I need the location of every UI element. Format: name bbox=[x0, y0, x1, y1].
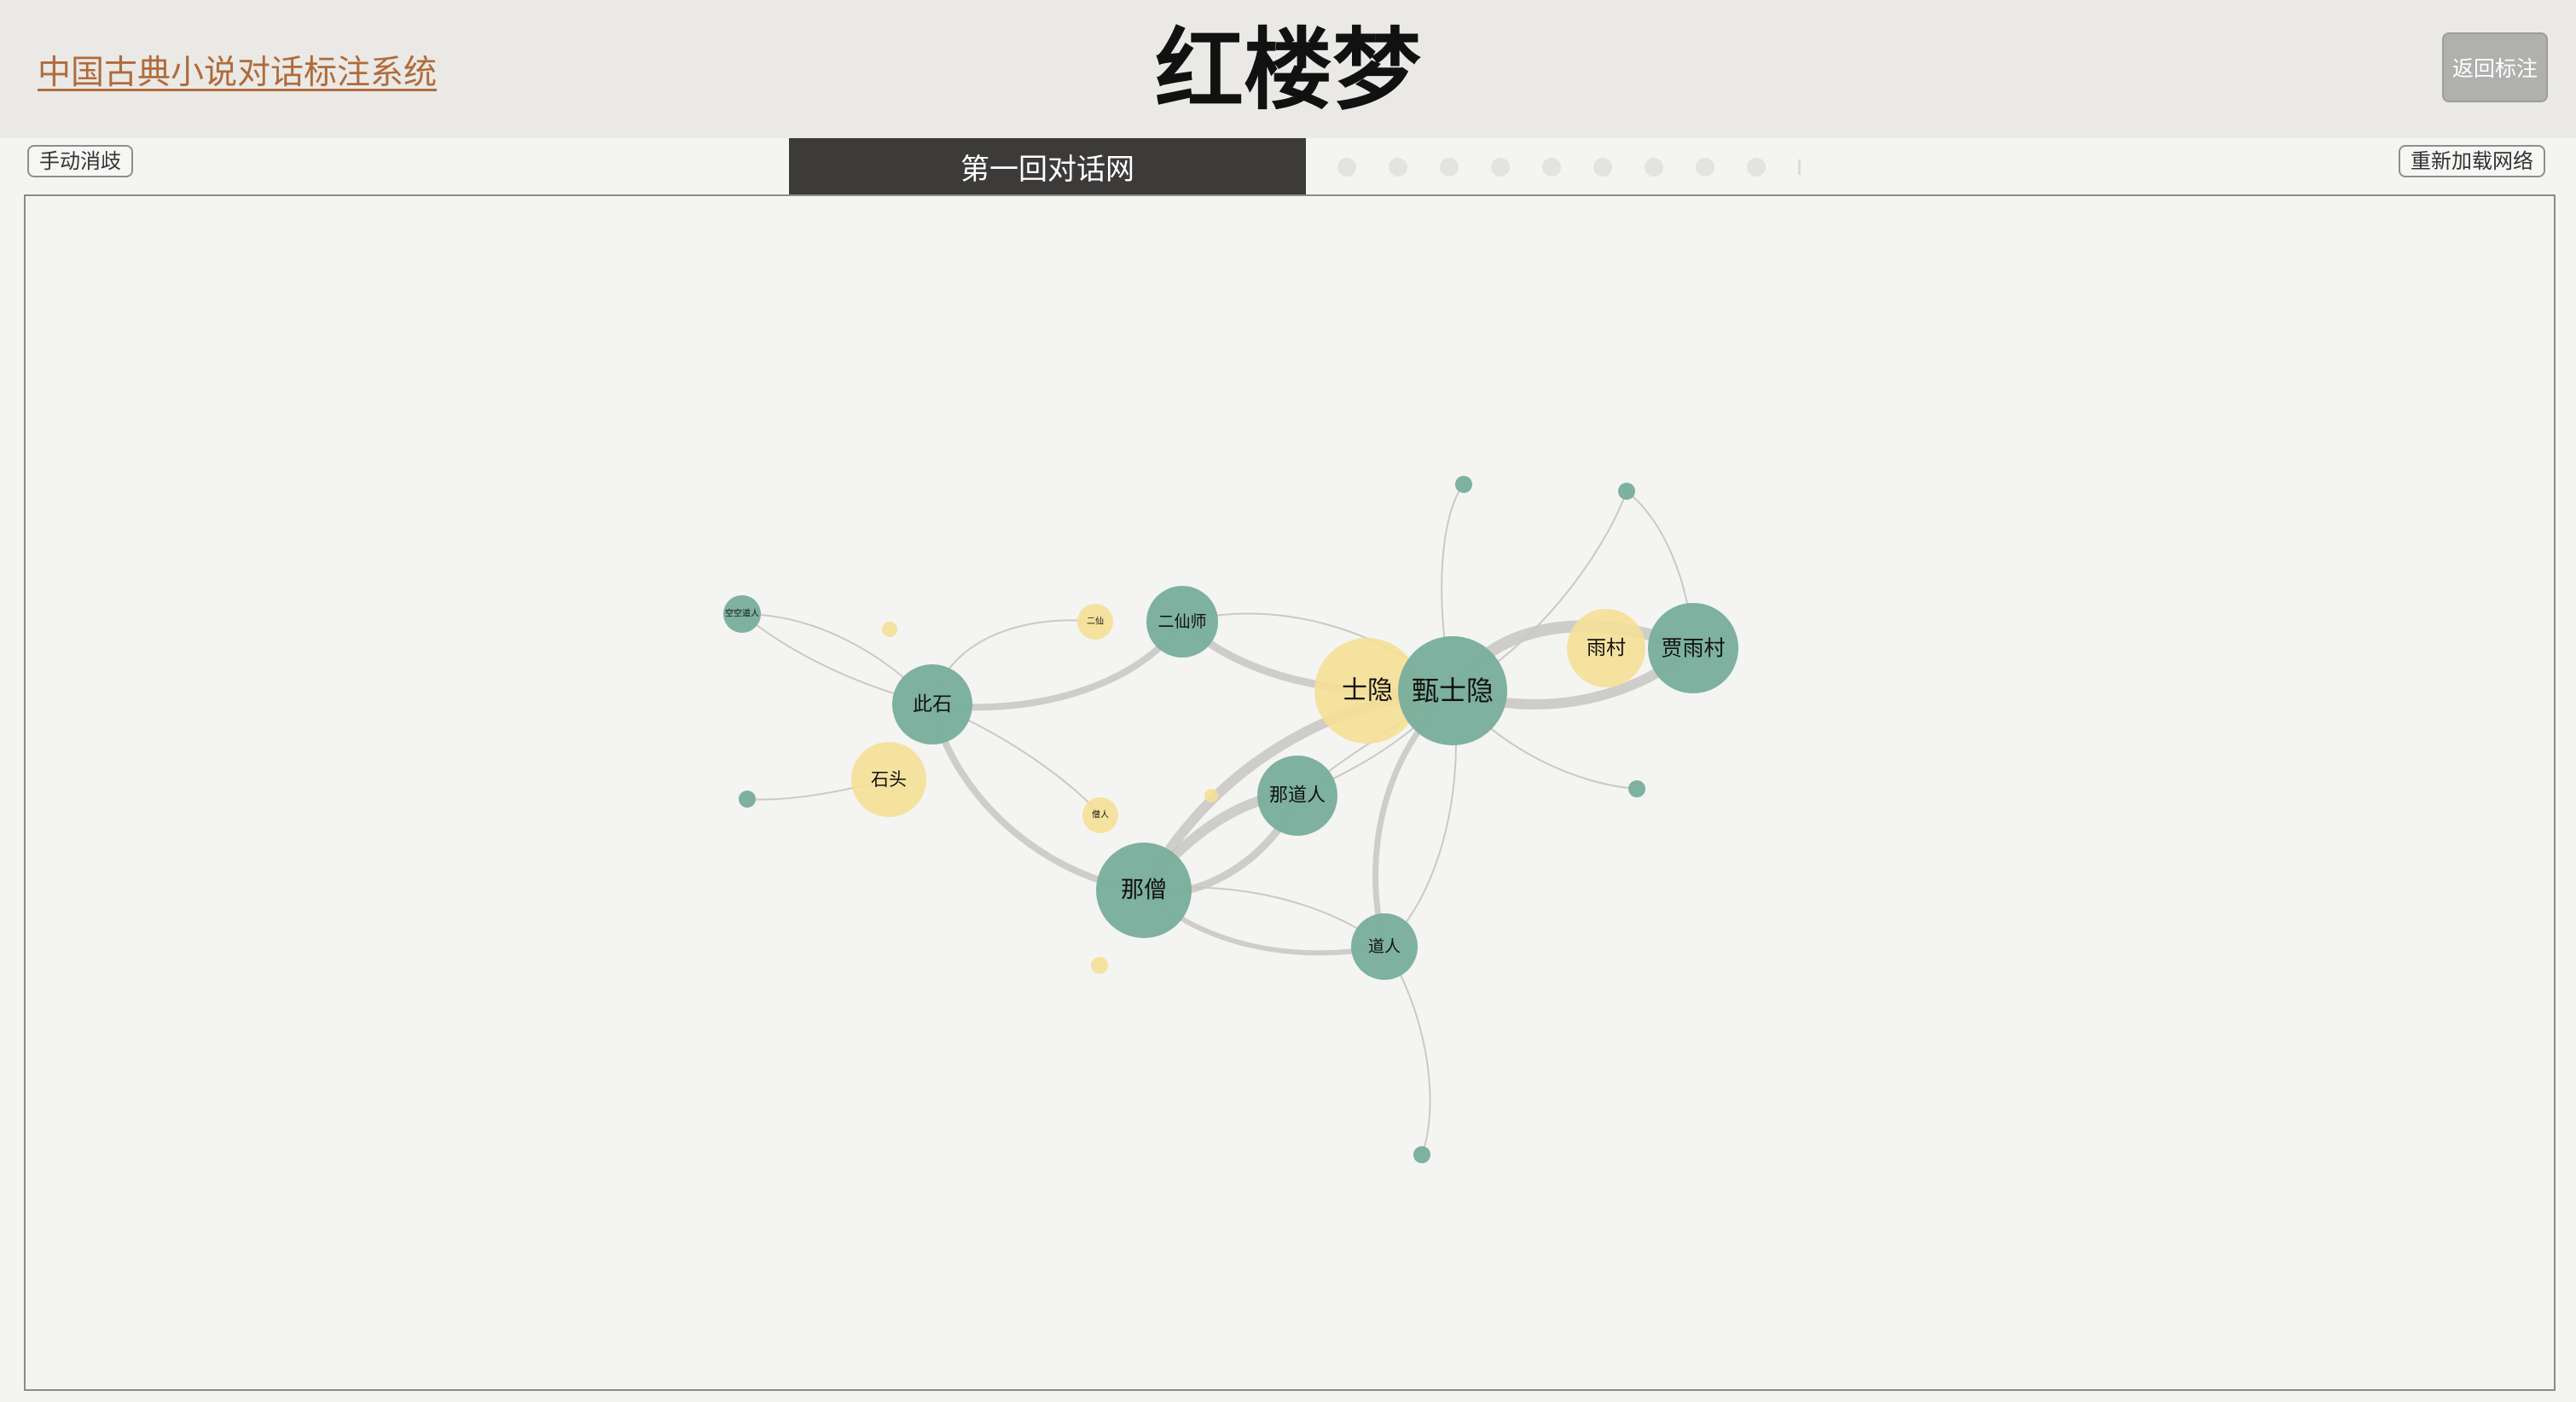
node-circle[interactable] bbox=[1204, 789, 1218, 802]
network-node-kongkong[interactable]: 空空道人 bbox=[723, 595, 761, 633]
node-circle[interactable] bbox=[1628, 780, 1645, 797]
node-label: 二仙 bbox=[1087, 616, 1104, 627]
node-circle[interactable] bbox=[739, 791, 756, 808]
node-label: 二仙师 bbox=[1157, 612, 1206, 631]
network-node-small_top1[interactable] bbox=[1455, 476, 1472, 493]
node-circle[interactable] bbox=[1413, 1146, 1430, 1163]
network-node-small_top2[interactable] bbox=[1618, 483, 1635, 500]
network-node-cishi[interactable]: 此石 bbox=[892, 664, 972, 744]
network-node-jiayucun[interactable]: 贾雨村 bbox=[1648, 603, 1738, 693]
network-node-naseng[interactable]: 那僧 bbox=[1096, 843, 1192, 938]
node-label: 此石 bbox=[913, 693, 952, 715]
network-node-tiny_y3[interactable] bbox=[1091, 957, 1108, 974]
network-node-tiny_y2[interactable] bbox=[1204, 789, 1218, 802]
node-label: 士隐 bbox=[1342, 676, 1393, 706]
network-node-tiny_y1[interactable] bbox=[882, 622, 897, 637]
network-node-erxianshi[interactable]: 二仙师 bbox=[1146, 586, 1218, 658]
node-label: 道人 bbox=[1368, 937, 1401, 956]
network-node-zhenshiyin[interactable]: 甄士隐 bbox=[1398, 636, 1507, 745]
network-node-sengren[interactable]: 僧人 bbox=[1082, 797, 1118, 833]
node-circle[interactable] bbox=[1455, 476, 1472, 493]
network-node-daoren[interactable]: 道人 bbox=[1351, 913, 1418, 980]
node-label: 僧人 bbox=[1092, 809, 1109, 820]
node-label: 空空道人 bbox=[725, 608, 759, 619]
network-node-small_bottom[interactable] bbox=[1413, 1146, 1430, 1163]
network-node-shitou[interactable]: 石头 bbox=[851, 742, 926, 817]
network-node-yucun[interactable]: 雨村 bbox=[1567, 609, 1645, 687]
network-node-nadaoren[interactable]: 那道人 bbox=[1257, 756, 1337, 836]
node-label: 雨村 bbox=[1587, 637, 1626, 659]
network-node-small_left[interactable] bbox=[739, 791, 756, 808]
node-circle[interactable] bbox=[1618, 483, 1635, 500]
node-circle[interactable] bbox=[882, 622, 897, 637]
node-label: 那道人 bbox=[1269, 785, 1326, 807]
network-node-small_right[interactable] bbox=[1628, 780, 1645, 797]
network-node-erxian[interactable]: 二仙 bbox=[1077, 604, 1113, 640]
node-label: 甄士隐 bbox=[1412, 675, 1494, 707]
node-label: 石头 bbox=[871, 769, 907, 790]
node-label: 贾雨村 bbox=[1661, 636, 1725, 661]
node-circle[interactable] bbox=[1091, 957, 1108, 974]
node-label: 那僧 bbox=[1121, 878, 1167, 904]
dialogue-network-graph[interactable]: 士隐 雨村石头 二仙僧人 甄士隐 贾雨村那僧 此石 二仙师那道人道人 空空道人 bbox=[0, 0, 2576, 1402]
